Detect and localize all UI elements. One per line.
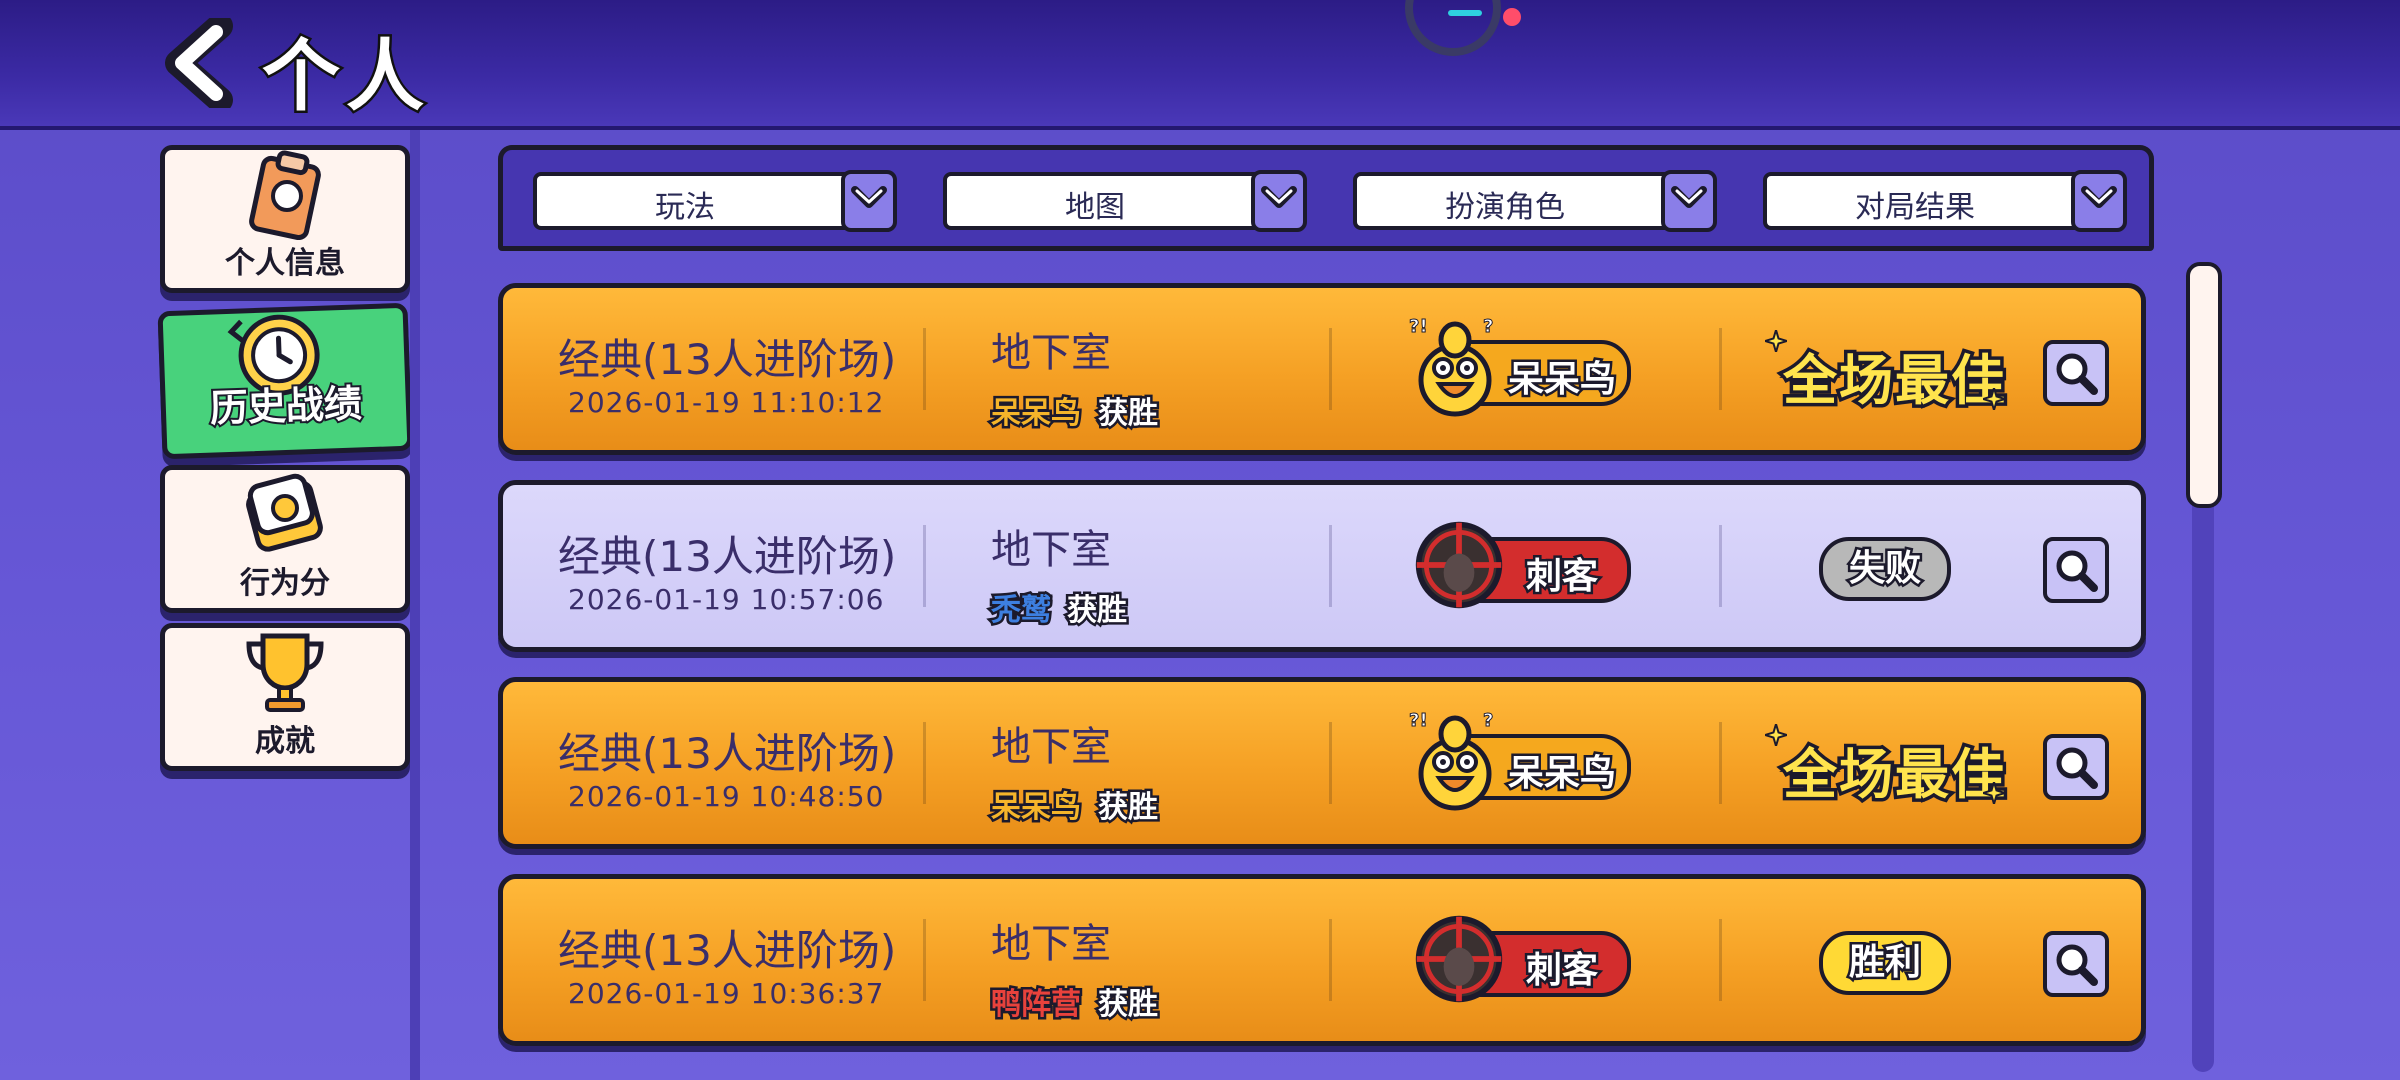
column-divider: [1719, 722, 1722, 804]
dropdown-button[interactable]: [841, 170, 897, 232]
svg-text:?: ?: [1483, 710, 1493, 731]
role-label: 刺客: [1523, 554, 1600, 600]
top-ornament: [1405, 0, 1501, 56]
result-badge: 胜利: [1819, 931, 1951, 995]
filter-gameplay-dropdown[interactable]: 玩法: [533, 170, 897, 232]
match-detail-button[interactable]: [2043, 537, 2109, 603]
match-map: 地下室: [991, 330, 1111, 376]
chevron-down-icon: [2081, 186, 2117, 208]
winner-team: 呆呆鸟: [989, 788, 1084, 828]
winner-team: 鸭阵营: [989, 985, 1084, 1025]
back-arrow-icon: [165, 13, 233, 113]
match-time: 2026-01-19 10:57:06: [568, 583, 885, 616]
duck-avatar-icon: ?!?: [1405, 704, 1505, 812]
match-row[interactable]: 经典(13人进阶场) 2026-01-19 11:10:12 地下室 呆呆鸟 获…: [498, 283, 2146, 455]
role-label: 呆呆鸟: [1505, 357, 1618, 403]
chevron-down-icon: [1671, 186, 1707, 208]
sidebar-item-profile[interactable]: 个人信息: [160, 145, 410, 293]
top-bar: 个人: [0, 0, 2400, 130]
match-time: 2026-01-19 11:10:12: [568, 386, 885, 419]
sparkle-icon: [1979, 778, 2009, 808]
column-divider: [1329, 328, 1332, 410]
column-divider: [923, 525, 926, 607]
sidebar-item-achievements[interactable]: 成就: [160, 623, 410, 771]
winner-team: 呆呆鸟: [989, 394, 1084, 434]
column-divider: [1329, 525, 1332, 607]
match-map: 地下室: [991, 527, 1111, 573]
column-divider: [1719, 328, 1722, 410]
back-button[interactable]: [160, 13, 240, 113]
chevron-down-icon: [851, 186, 887, 208]
column-divider: [1329, 722, 1332, 804]
dropdown-button[interactable]: [2071, 170, 2127, 232]
winner-suffix: 获胜: [1065, 591, 1130, 631]
match-detail-button[interactable]: [2043, 734, 2109, 800]
winner-suffix: 获胜: [1096, 394, 1161, 434]
dropdown-button[interactable]: [1661, 170, 1717, 232]
match-mode: 经典(13人进阶场): [558, 335, 897, 384]
winner-suffix: 获胜: [1096, 788, 1161, 828]
match-row[interactable]: 经典(13人进阶场) 2026-01-19 10:57:06 地下室 秃鹫 获胜…: [498, 480, 2146, 652]
column-divider: [923, 328, 926, 410]
dropdown-button[interactable]: [1251, 170, 1307, 232]
match-mode: 经典(13人进阶场): [558, 926, 897, 975]
scrollbar-thumb[interactable]: [2186, 262, 2222, 508]
filter-label: 地图: [1065, 190, 1125, 225]
filter-label: 对局结果: [1855, 190, 1975, 225]
column-divider: [1719, 525, 1722, 607]
notification-dot: [1503, 8, 1521, 26]
filter-label: 玩法: [655, 190, 715, 225]
match-map: 地下室: [991, 921, 1111, 967]
sidebar-item-label: 行为分: [240, 566, 330, 601]
result-badge: 失败: [1819, 537, 1951, 601]
column-divider: [923, 722, 926, 804]
column-divider: [1719, 919, 1722, 1001]
filter-role-dropdown[interactable]: 扮演角色: [1353, 170, 1717, 232]
crosshair-icon: [1411, 517, 1511, 625]
winner-team: 秃鹫: [989, 591, 1054, 631]
filter-result-dropdown[interactable]: 对局结果: [1763, 170, 2127, 232]
sidebar-item-label: 历史战绩: [207, 379, 364, 432]
role-label: 刺客: [1523, 948, 1600, 994]
sidebar-item-label: 成就: [255, 724, 315, 759]
match-mode: 经典(13人进阶场): [558, 729, 897, 778]
chevron-down-icon: [1261, 186, 1297, 208]
score-card-icon: [246, 473, 323, 552]
svg-text:?!: ?!: [1409, 316, 1428, 337]
match-map: 地下室: [991, 724, 1111, 770]
role-label: 呆呆鸟: [1505, 751, 1618, 797]
crosshair-icon: [1411, 911, 1511, 1019]
filter-bar: 玩法 地图 扮演角色 对局结果: [498, 145, 2154, 251]
column-divider: [923, 919, 926, 1001]
duck-avatar-icon: ?!?: [1405, 310, 1505, 418]
match-detail-button[interactable]: [2043, 340, 2109, 406]
page-title: 个人: [259, 30, 431, 125]
winner-suffix: 获胜: [1096, 985, 1161, 1025]
sidebar-item-label: 个人信息: [225, 246, 345, 281]
result-mvp-label: 全场最佳: [1780, 346, 2009, 416]
sidebar-item-behavior-score[interactable]: 行为分: [160, 465, 410, 613]
sidebar-item-match-history[interactable]: 历史战绩: [157, 302, 413, 460]
match-row[interactable]: 经典(13人进阶场) 2026-01-19 10:48:50 地下室 呆呆鸟 获…: [498, 677, 2146, 849]
sidebar-divider: [410, 130, 420, 1080]
match-time: 2026-01-19 10:36:37: [568, 977, 885, 1010]
match-row[interactable]: 经典(13人进阶场) 2026-01-19 10:36:37 地下室 鸭阵营 获…: [498, 874, 2146, 1046]
top-ornament-line: [1448, 10, 1482, 16]
trophy-icon: [246, 633, 324, 712]
filter-map-dropdown[interactable]: 地图: [943, 170, 1307, 232]
match-detail-button[interactable]: [2043, 931, 2109, 997]
filter-label: 扮演角色: [1445, 190, 1565, 225]
svg-text:?!: ?!: [1409, 710, 1428, 731]
column-divider: [1329, 919, 1332, 1001]
result-mvp-label: 全场最佳: [1780, 740, 2009, 810]
clipboard-icon: [249, 150, 321, 240]
match-mode: 经典(13人进阶场): [558, 532, 897, 581]
svg-text:?: ?: [1483, 316, 1493, 337]
sparkle-icon: [1979, 384, 2009, 414]
match-time: 2026-01-19 10:48:50: [568, 780, 885, 813]
